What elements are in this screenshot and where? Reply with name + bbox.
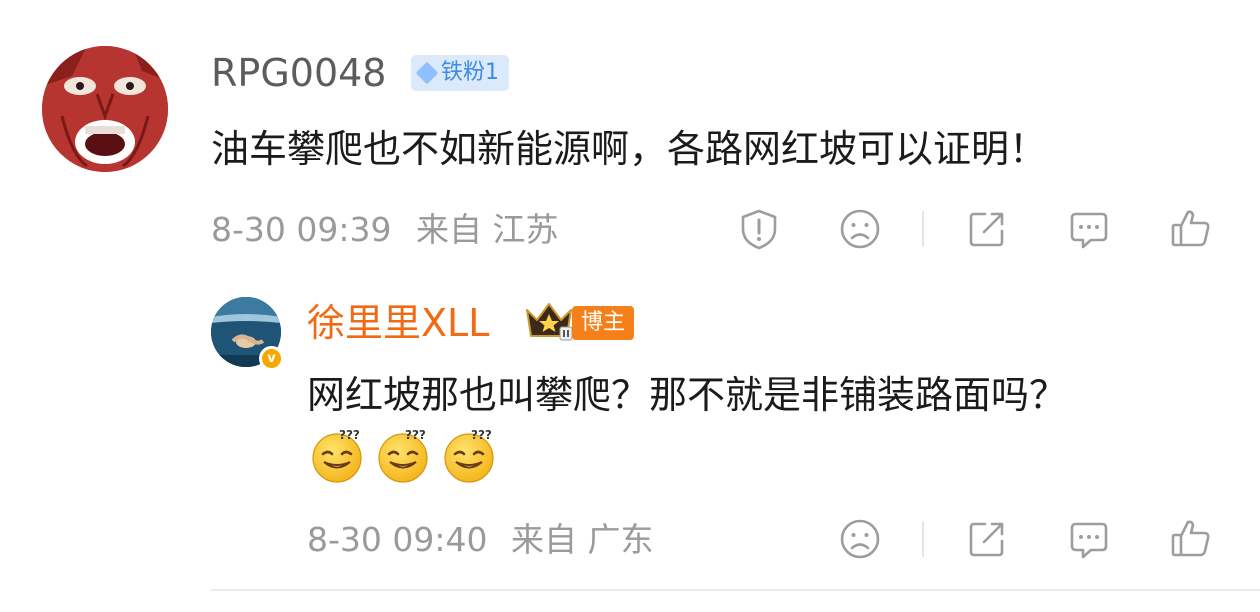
report-icon[interactable] xyxy=(737,207,781,251)
divider xyxy=(922,521,924,557)
diamond-icon xyxy=(415,61,439,85)
reply-time: 8-30 09:40 xyxy=(307,520,488,559)
avatar[interactable] xyxy=(42,46,168,172)
dizzy-smile-emoji: ??? xyxy=(310,426,368,484)
comment-text: 油车攀爬也不如新能源啊，各路网红坡可以证明！ xyxy=(211,127,1048,171)
blogger-badge: 博主 xyxy=(572,306,635,340)
share-icon[interactable] xyxy=(965,207,1009,251)
reply-location: 来自 广东 xyxy=(511,520,654,559)
comment-icon[interactable] xyxy=(1067,517,1111,561)
verified-badge-icon: v xyxy=(259,346,284,371)
svg-text:???: ??? xyxy=(471,428,492,442)
svg-text:???: ??? xyxy=(339,428,360,442)
reply-text: 网红坡那也叫攀爬？那不就是非铺装路面吗？ xyxy=(307,373,1068,417)
divider xyxy=(922,211,924,247)
crown-icon xyxy=(524,300,574,342)
comment-time: 8-30 09:39 xyxy=(211,210,392,249)
fan-badge-label: 铁粉1 xyxy=(441,60,499,85)
fan-badge[interactable]: 铁粉1 xyxy=(411,55,509,91)
dizzy-smile-emoji: ??? xyxy=(376,426,434,484)
share-icon[interactable] xyxy=(965,517,1009,561)
comment-author[interactable]: RPG0048 xyxy=(211,50,386,96)
comment-icon[interactable] xyxy=(1067,207,1111,251)
thumbs-up-icon[interactable] xyxy=(1169,516,1213,560)
dislike-face-icon[interactable] xyxy=(838,207,882,251)
thumbs-up-icon[interactable] xyxy=(1169,206,1213,250)
divider xyxy=(210,589,1260,591)
svg-text:???: ??? xyxy=(405,428,426,442)
comment-location: 来自 江苏 xyxy=(416,210,559,249)
dislike-face-icon[interactable] xyxy=(838,517,882,561)
dizzy-smile-emoji: ??? xyxy=(442,426,500,484)
reply-author[interactable]: 徐里里XLL xyxy=(307,300,489,346)
